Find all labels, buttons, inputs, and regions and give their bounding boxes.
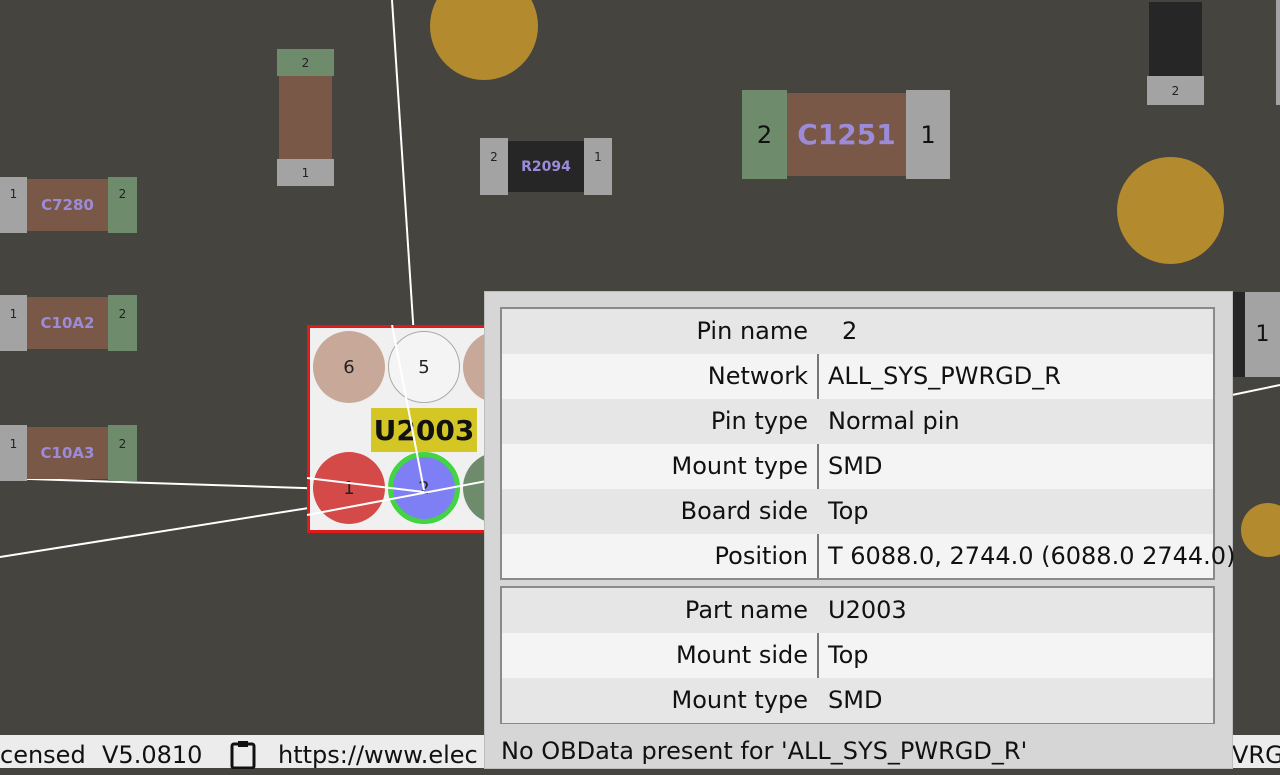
row-value: SMD bbox=[828, 452, 883, 480]
pin-label: 1 bbox=[9, 307, 18, 321]
row-key: Pin name bbox=[696, 317, 808, 345]
component-label-tag: U2003 bbox=[371, 408, 477, 452]
pin-label: 2 bbox=[490, 150, 498, 164]
row-key: Mount side bbox=[675, 641, 808, 669]
pin-label: 2 bbox=[118, 307, 127, 321]
pad-bottom: 2 bbox=[1147, 76, 1204, 105]
table-row: Mount side Top bbox=[502, 633, 1213, 678]
component-label: R2094 bbox=[521, 158, 571, 175]
pad-bottom: 1 bbox=[277, 159, 334, 186]
pin-label: 2 bbox=[1171, 83, 1180, 98]
component-c1251[interactable]: 2 C1251 1 bbox=[742, 90, 950, 179]
component-label: C7280 bbox=[41, 196, 94, 214]
pin-label: 6 bbox=[343, 356, 355, 378]
row-key: Mount type bbox=[671, 686, 808, 714]
component-u2003[interactable]: 6 5 U2003 1 2 bbox=[307, 325, 535, 533]
row-key: Part name bbox=[684, 596, 808, 624]
pin-label: 1 bbox=[594, 150, 602, 164]
trace-line bbox=[1231, 384, 1280, 396]
pin-label: 2 bbox=[418, 477, 430, 499]
pad-right: 1 bbox=[1245, 292, 1280, 377]
row-key: Position bbox=[714, 542, 808, 570]
component-edge-sliver bbox=[1276, 0, 1280, 105]
pin-5[interactable]: 5 bbox=[388, 331, 460, 403]
pad-left: 2 bbox=[742, 90, 787, 179]
table-row: Board side Top bbox=[502, 489, 1213, 534]
component-r2094[interactable]: 2 R2094 1 bbox=[480, 138, 612, 195]
component-label: C10A3 bbox=[40, 444, 95, 462]
pad-right: 2 bbox=[108, 177, 137, 233]
component-label: C10A2 bbox=[40, 314, 95, 332]
pin-label: 2 bbox=[118, 437, 127, 451]
row-value: SMD bbox=[828, 686, 883, 714]
pad-right: 2 bbox=[108, 295, 137, 351]
component-label: C1251 bbox=[797, 118, 896, 151]
component-body: C10A2 bbox=[27, 297, 108, 349]
pin-label: 1 bbox=[343, 477, 355, 499]
pad-left: 2 bbox=[480, 138, 508, 195]
pad-right: 1 bbox=[906, 90, 950, 179]
component-body: C10A3 bbox=[27, 427, 108, 479]
table-row: Network ALL_SYS_PWRGD_R bbox=[502, 354, 1213, 399]
component-body: C1251 bbox=[787, 93, 906, 176]
pin-label: 2 bbox=[118, 187, 127, 201]
table-row: Pin name 2 bbox=[502, 309, 1213, 354]
row-value: T 6088.0, 2744.0 (6088.0 2744.0) bbox=[828, 542, 1236, 570]
pin-2-selected[interactable]: 2 bbox=[388, 452, 460, 524]
component-vertical[interactable]: 2 1 bbox=[277, 49, 334, 186]
table-row: Mount type SMD bbox=[502, 678, 1213, 723]
pin-info-table: Pin name 2 Network ALL_SYS_PWRGD_R Pin typ… bbox=[500, 307, 1236, 580]
pad-right: 2 bbox=[108, 425, 137, 481]
license-text: censed bbox=[0, 741, 86, 769]
component-label: U2003 bbox=[373, 413, 475, 447]
popup-footer-message: No OBData present for 'ALL_SYS_PWRGD_R' bbox=[501, 737, 1028, 765]
row-key: Pin type bbox=[710, 407, 808, 435]
row-key: Board side bbox=[680, 497, 808, 525]
row-value: Top bbox=[828, 641, 869, 669]
via bbox=[1117, 157, 1224, 264]
pin-6[interactable]: 6 bbox=[313, 331, 385, 403]
pad-top: 2 bbox=[277, 49, 334, 76]
table-row: Part name U2003 bbox=[502, 588, 1213, 633]
clipboard-icon[interactable] bbox=[228, 739, 258, 775]
table-row: Position T 6088.0, 2744.0 (6088.0 2744.0) bbox=[502, 534, 1236, 579]
pin-label: 1 bbox=[9, 437, 18, 451]
pin-label: 1 bbox=[920, 120, 936, 149]
pad-left: 1 bbox=[0, 425, 27, 481]
row-value: 2 bbox=[842, 317, 858, 345]
pad-left: 1 bbox=[0, 295, 27, 351]
pin-label: 2 bbox=[756, 120, 773, 149]
row-value: Normal pin bbox=[828, 407, 960, 435]
pin-label: 5 bbox=[418, 356, 430, 378]
table-row: Mount type SMD bbox=[502, 444, 1213, 489]
component-body: R2094 bbox=[508, 141, 584, 192]
pin-label: 1 bbox=[9, 187, 18, 201]
version-text: V5.0810 bbox=[102, 741, 203, 769]
pad-right: 1 bbox=[584, 138, 612, 195]
pin-1[interactable]: 1 bbox=[313, 452, 385, 524]
component-c7280[interactable]: 1 C7280 2 bbox=[0, 177, 137, 233]
component-c10a2[interactable]: 1 C10A2 2 bbox=[0, 295, 137, 351]
pin-label: 1 bbox=[1255, 322, 1270, 347]
component-c10a3[interactable]: 1 C10A3 2 bbox=[0, 425, 137, 481]
row-value: Top bbox=[828, 497, 869, 525]
component-body bbox=[279, 76, 332, 159]
row-value: U2003 bbox=[828, 596, 907, 624]
part-info-table: Part name U2003 Mount side Top Mount type S… bbox=[500, 586, 1215, 724]
table-row: Pin type Normal pin bbox=[502, 399, 1213, 444]
pin-label: 1 bbox=[301, 165, 310, 180]
status-right-text: VRGI bbox=[1232, 741, 1280, 769]
row-key: Mount type bbox=[671, 452, 808, 480]
component-body bbox=[1233, 292, 1245, 377]
pad-left: 1 bbox=[0, 177, 27, 233]
row-key: Network bbox=[707, 362, 808, 390]
row-value: ALL_SYS_PWRGD_R bbox=[828, 362, 1061, 390]
url-link[interactable]: https://www.elec bbox=[278, 741, 478, 769]
pin-info-popup[interactable]: Pin name 2 Network ALL_SYS_PWRGD_R Pin typ… bbox=[485, 292, 1236, 768]
component-top-right[interactable]: 2 bbox=[1147, 0, 1204, 105]
pin-label: 2 bbox=[301, 55, 310, 70]
component-body: C7280 bbox=[27, 179, 108, 231]
component-body bbox=[1149, 2, 1202, 76]
